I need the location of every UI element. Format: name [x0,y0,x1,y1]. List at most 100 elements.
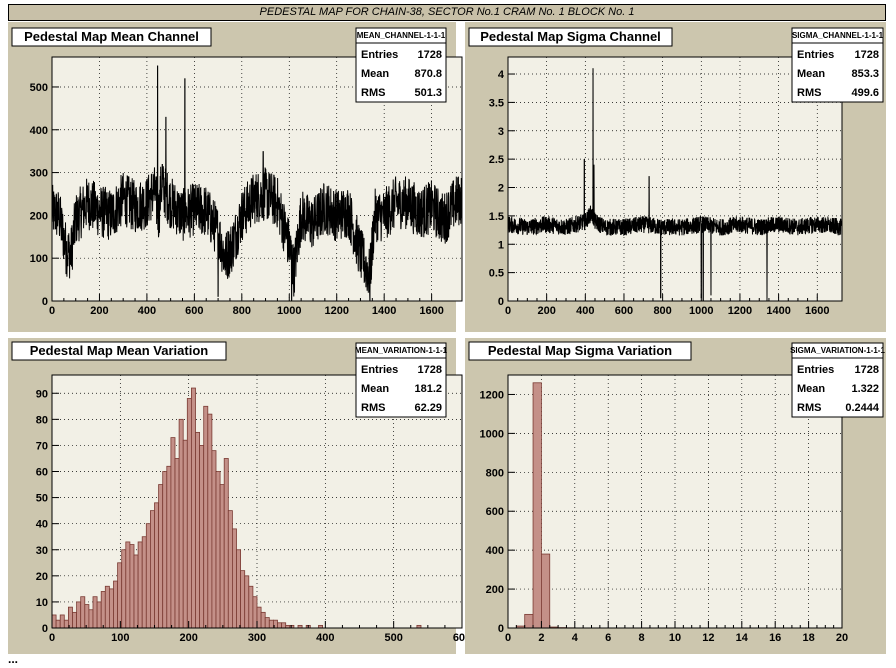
y-tick-label: 3.5 [489,97,504,109]
stats-mean-label: Mean [797,383,825,395]
x-tick-label: 1400 [372,305,396,317]
y-tick-label: 300 [30,168,48,180]
stats-entries-label: Entries [797,49,834,61]
x-tick-label: 2 [538,632,544,644]
y-tick-label: 60 [36,467,48,479]
y-tick-label: 80 [36,414,48,426]
hist-bar [199,445,205,629]
chart-mean_variation: 0 100 200 300 400 500 6000102030405060708090Pe… [8,338,471,654]
y-tick-label: 40 [36,519,48,531]
hist-bar [211,450,217,629]
stats-box: MEAN_CHANNEL-1-1-1 Entries 1728 Mean 870.8 RM… [355,27,447,103]
x-tick-label: 0 [505,632,511,644]
hist-bar [84,604,90,629]
hist-bar [68,606,73,629]
hist-bar [281,622,287,629]
x-tick-label: 200 [90,305,108,317]
y-tick-label: 800 [486,467,504,479]
hist-bar [215,471,221,629]
hist-bar [524,613,534,629]
x-tick-label: 16 [769,632,781,644]
stats-name: MEAN_CHANNEL-1-1-1 [357,31,446,40]
hist-bar [236,549,241,629]
hist-bar [182,439,188,629]
y-tick-label: 200 [30,210,48,222]
stats-mean-label: Mean [361,383,389,395]
hist-bar [186,398,192,629]
hist-bar [88,609,94,629]
stats-mean-label: Mean [797,68,825,80]
x-tick-label: 8 [639,632,645,644]
chart-mean_channel: 0 200 400 600 800 1000 1200 1400 1600 0 100 200 300 4… [8,22,463,332]
x-tick-label: 400 [316,632,334,644]
y-tick-label: 30 [36,545,48,557]
y-tick-label: 1.5 [489,211,504,223]
hist-bar [154,502,159,629]
stats-entries-value: 1728 [418,49,442,61]
x-tick-label: 18 [802,632,814,644]
hist-bar [207,413,213,629]
y-tick-label: 4 [498,69,505,81]
hist-bar [541,553,551,629]
x-tick-label: 400 [138,305,156,317]
x-tick-label: 500 [384,632,402,644]
y-tick-label: 500 [30,82,48,94]
stats-entries-value: 1728 [855,49,879,61]
stats-mean-value: 181.2 [414,383,442,395]
footer-text: ... [8,652,19,666]
hist-bar [117,562,123,629]
y-tick-label: 0.5 [489,268,504,280]
x-tick-label: 14 [736,632,749,644]
x-tick-label: 100 [111,632,129,644]
chart-title: Pedestal Map Mean Channel [24,29,199,44]
x-tick-label: 1200 [324,305,348,317]
x-tick-label: 800 [653,305,671,317]
y-tick-label: 0 [498,296,504,308]
chart-title: Pedestal Map Mean Variation [30,343,209,358]
x-tick-label: 0 [505,305,511,317]
x-tick-label: 600 [185,305,203,317]
stats-mean-value: 853.3 [851,68,879,80]
stats-mean-value: 1.322 [851,383,879,395]
hist-bar [256,606,262,629]
hist-bar [63,619,69,629]
hist-bar [227,510,233,629]
hist-bar [195,431,200,629]
hist-bar [162,471,168,629]
hist-bar [100,591,106,629]
chart-title: Pedestal Map Sigma Channel [480,29,661,44]
y-tick-label: 400 [30,125,48,137]
x-tick-label: 12 [702,632,714,644]
hist-bar [121,549,127,629]
x-tick-label: 1600 [805,305,829,317]
x-tick-label: 1200 [728,305,752,317]
stats-entries-value: 1728 [418,364,442,376]
hist-bar [248,585,254,629]
stats-rms-value: 62.29 [414,402,442,414]
hist-bar [80,596,86,629]
stats-name: MEAN_VARIATION-1-1-1 [355,346,448,355]
y-tick-label: 10 [36,597,48,609]
hist-bar [223,458,229,629]
hist-bar [170,437,176,629]
x-tick-label: 10 [669,632,681,644]
x-tick-label: 4 [572,632,579,644]
stats-entries-label: Entries [797,364,834,376]
x-tick-label: 800 [233,305,251,317]
stats-rms-value: 499.6 [851,87,879,99]
stats-rms-label: RMS [797,87,821,99]
chart-title: Pedestal Map Sigma Variation [488,343,672,358]
y-tick-label: 50 [36,493,48,505]
stats-rms-label: RMS [361,402,385,414]
hist-bar [203,405,209,629]
x-tick-label: 6 [605,632,611,644]
y-tick-label: 200 [486,584,504,596]
y-tick-label: 2 [498,183,504,195]
stats-rms-value: 0.2444 [845,402,880,414]
stats-entries-value: 1728 [855,364,879,376]
hist-bar [129,544,135,629]
chart-sigma_channel: 0 200 400 600 800 1000 1200 1400 1600 0 0.5 1 1.5 2 2.… [465,22,886,332]
stats-name: SIGMA_VARIATION-1-1-1 [790,346,885,355]
stats-name: SIGMA_CHANNEL-1-1-1 [792,31,884,40]
x-tick-label: 1400 [766,305,790,317]
